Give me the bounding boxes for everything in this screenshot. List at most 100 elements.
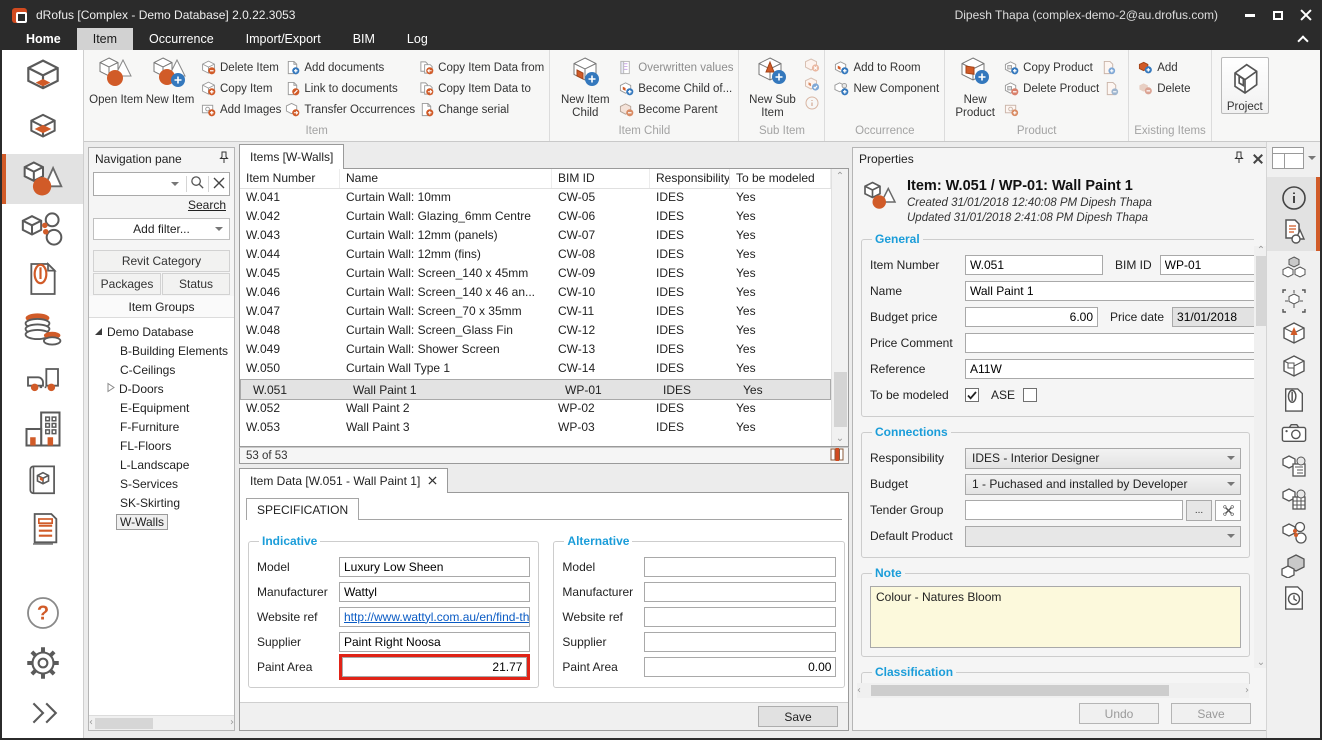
menu-tab-log[interactable]: Log (391, 28, 444, 50)
become-child-of-button[interactable]: Become Child of... (619, 78, 733, 99)
search-input[interactable] (94, 177, 171, 191)
copy-product-button[interactable]: Copy Product (1004, 57, 1123, 78)
indicative-paint-area-field[interactable] (342, 657, 527, 677)
copy-product-doc-icon[interactable] (1101, 60, 1116, 75)
module-logistics-button[interactable] (2, 354, 83, 404)
scrollbar-thumb[interactable] (1256, 256, 1266, 326)
module-documents-button[interactable] (2, 254, 83, 304)
table-row[interactable]: W.045Curtain Wall: Screen_140 x 45mmCW-0… (240, 265, 831, 284)
tree-node-selected[interactable]: W-Walls (89, 512, 234, 531)
history-panel-button[interactable] (1267, 581, 1320, 614)
scroll-down-icon[interactable]: ⌄ (1257, 658, 1265, 668)
info-panel-button[interactable] (1267, 181, 1320, 214)
child-items-panel-button[interactable] (1267, 548, 1320, 581)
help-button[interactable]: ? (2, 588, 83, 638)
scroll-right-icon[interactable]: › (230, 718, 234, 728)
add-documents-button[interactable]: Add documents (285, 57, 415, 78)
module-rooms-button[interactable] (2, 54, 83, 104)
responsibility-dropdown[interactable]: IDES - Interior Designer (965, 448, 1241, 469)
product-box-panel-button[interactable] (1267, 350, 1320, 383)
table-row[interactable]: W.046Curtain Wall: Screen_140 x 46 an...… (240, 284, 831, 303)
table-row[interactable]: W.042Curtain Wall: Glazing_6mm CentreCW-… (240, 208, 831, 227)
attachments-panel-button[interactable] (1267, 383, 1320, 416)
indicative-supplier-field[interactable] (339, 632, 530, 652)
note-field[interactable]: Colour - Natures Bloom (870, 586, 1241, 648)
settings-button[interactable] (2, 638, 83, 688)
module-items-button[interactable] (2, 154, 83, 204)
navigation-horizontal-scrollbar[interactable]: ‹ › (89, 715, 234, 730)
overwritten-values-button[interactable]: Overwritten values (619, 57, 733, 78)
delete-item-button[interactable]: Delete Item (201, 57, 281, 78)
new-item-button[interactable]: New Item (143, 53, 197, 107)
tender-group-field[interactable] (965, 500, 1183, 520)
specification-tab[interactable]: SPECIFICATION (246, 498, 359, 520)
price-date-field[interactable] (1172, 307, 1254, 327)
pin-icon[interactable] (218, 151, 230, 167)
copy-item-data-from-button[interactable]: Copy Item Data from (419, 57, 544, 78)
existing-items-add-button[interactable]: Add (1138, 57, 1190, 78)
search-link[interactable]: Search (188, 198, 226, 212)
menu-tab-import-export[interactable]: Import/Export (230, 28, 337, 50)
change-serial-button[interactable]: Change serial (419, 99, 544, 120)
revit-category-button[interactable]: Revit Category (93, 250, 230, 272)
table-row[interactable]: W.047Curtain Wall: Screen_70 x 35mmCW-11… (240, 303, 831, 322)
default-product-dropdown[interactable] (965, 526, 1241, 547)
new-component-button[interactable]: New Component (834, 78, 939, 99)
sub-items-panel-button[interactable] (1267, 317, 1320, 350)
column-header-to-be-modeled[interactable]: To be modeled (730, 169, 831, 188)
search-dropdown-icon[interactable] (171, 182, 179, 186)
products-panel-button[interactable] (1267, 251, 1320, 284)
budget-price-field[interactable] (965, 307, 1098, 327)
module-finance-button[interactable] (2, 304, 83, 354)
item-number-field[interactable] (965, 255, 1103, 275)
packages-button[interactable]: Packages (93, 273, 161, 295)
tree-node[interactable]: B-Building Elements (89, 341, 234, 360)
bim-id-field[interactable] (1160, 255, 1254, 275)
scrollbar-thumb[interactable] (834, 372, 847, 427)
alternative-paint-area-field[interactable] (644, 657, 836, 677)
new-item-child-button[interactable]: New Item Child (555, 53, 615, 120)
tree-node[interactable]: S-Services (89, 474, 234, 493)
close-panel-icon[interactable] (1253, 154, 1263, 164)
tender-group-browse-button[interactable]: ... (1186, 500, 1212, 521)
tree-node-demo-database[interactable]: Demo Database (89, 322, 234, 341)
item-data-tab[interactable]: Item Data [W.051 - Wall Paint 1] (239, 468, 448, 493)
column-header-name[interactable]: Name (340, 169, 552, 188)
table-row-selected[interactable]: W.051Wall Paint 1WP-01IDESYes (240, 379, 831, 400)
scroll-right-icon[interactable]: › (1245, 686, 1249, 696)
menu-tab-occurrence[interactable]: Occurrence (133, 28, 230, 50)
item-grid-panel-button[interactable] (1267, 482, 1320, 515)
reference-field[interactable] (965, 359, 1254, 379)
table-row[interactable]: W.043Curtain Wall: 12mm (panels)CW-07IDE… (240, 227, 831, 246)
add-filter-dropdown[interactable]: Add filter... (93, 218, 230, 240)
website-link[interactable]: http://www.wattyl.com.au/en/find-th (344, 610, 529, 624)
collapsed-icon[interactable] (107, 382, 115, 396)
model-transform-panel-button[interactable] (1267, 284, 1320, 317)
table-row[interactable]: W.053Wall Paint 3WP-03IDESYes (240, 419, 831, 438)
scroll-down-icon[interactable]: ⌄ (832, 431, 848, 446)
ase-checkbox[interactable] (1023, 388, 1037, 402)
collapse-ribbon-button[interactable] (1286, 28, 1320, 50)
transfer-occurrences-button[interactable]: Transfer Occurrences (285, 99, 415, 120)
module-room-function-button[interactable] (2, 104, 83, 154)
module-buildings-button[interactable] (2, 404, 83, 454)
module-components-button[interactable] (2, 204, 83, 254)
tree-node[interactable]: E-Equipment (89, 398, 234, 417)
scroll-up-icon[interactable]: ⌃ (1257, 246, 1265, 256)
delete-product-doc-icon[interactable] (1104, 81, 1119, 96)
module-catalog-button[interactable] (2, 454, 83, 504)
tree-node[interactable]: FL-Floors (89, 436, 234, 455)
items-vertical-scrollbar[interactable]: ⌃ ⌄ (831, 169, 848, 446)
images-panel-button[interactable] (1267, 416, 1320, 449)
expanded-icon[interactable] (95, 328, 102, 335)
sub-item-confirm-button[interactable] (804, 76, 819, 91)
items-tab[interactable]: Items [W-Walls] (239, 144, 344, 169)
scrollbar-thumb[interactable] (95, 718, 153, 729)
column-header-bim-id[interactable]: BIM ID (552, 169, 650, 188)
alternative-manufacturer-field[interactable] (644, 582, 836, 602)
table-row[interactable]: W.041Curtain Wall: 10mmCW-05IDESYes (240, 189, 831, 208)
name-field[interactable] (965, 281, 1254, 301)
link-to-documents-button[interactable]: Link to documents (285, 78, 415, 99)
filter-indicator-icon[interactable] (830, 448, 844, 464)
properties-save-button[interactable]: Save (1171, 703, 1251, 724)
